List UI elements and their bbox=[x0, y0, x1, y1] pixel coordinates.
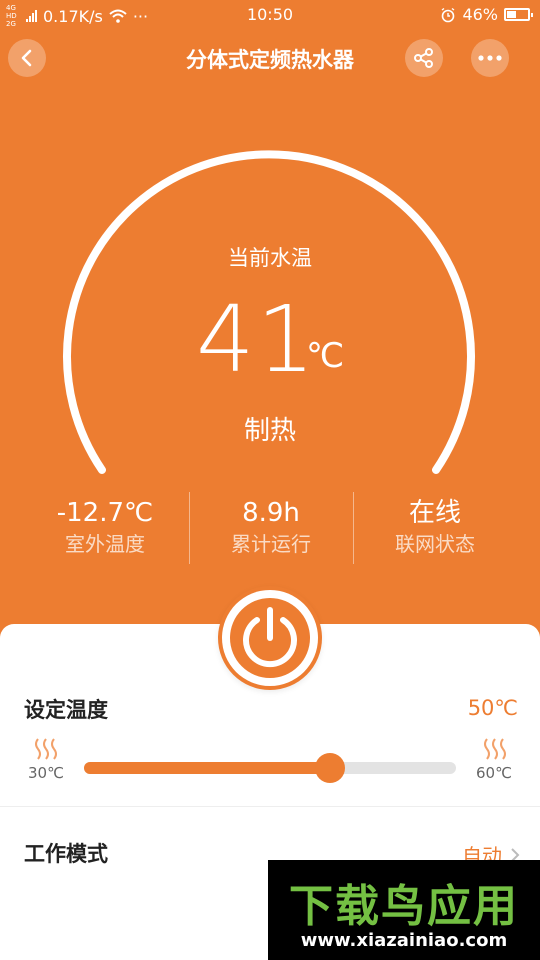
stat-value: -12.7℃ bbox=[56, 498, 154, 528]
stat-network-status: 在线 联网状态 bbox=[350, 496, 520, 558]
stat-runtime: 8.9h 累计运行 bbox=[186, 496, 356, 558]
stat-value: 在线 bbox=[408, 498, 461, 528]
set-temp-value: 50℃ bbox=[467, 696, 518, 720]
stat-label: 联网状态 bbox=[395, 532, 475, 556]
watermark-text: 下载鸟应用 bbox=[289, 881, 519, 932]
current-temp-value: 41 bbox=[196, 286, 318, 393]
slider-thumb[interactable] bbox=[314, 753, 345, 783]
heat-low-icon bbox=[35, 738, 57, 760]
section-divider bbox=[0, 806, 540, 807]
watermark-logo: 下载鸟应用 www.xiazainiao.com bbox=[268, 860, 540, 960]
stat-label: 累计运行 bbox=[231, 532, 311, 556]
power-icon bbox=[222, 590, 318, 686]
stat-outdoor-temp: -12.7℃ 室外温度 bbox=[20, 496, 190, 558]
stat-label: 室外温度 bbox=[65, 532, 145, 556]
current-temp-caption: 当前水温 bbox=[228, 246, 312, 270]
max-temp-label: 60℃ bbox=[476, 764, 512, 782]
stat-value: 8.9h bbox=[242, 498, 300, 528]
heat-high-icon bbox=[484, 738, 506, 760]
heating-mode-text: 制热 bbox=[243, 416, 296, 446]
slider-fill bbox=[84, 762, 330, 774]
current-temp-unit: ℃ bbox=[306, 336, 345, 376]
min-temp-label: 30℃ bbox=[28, 764, 64, 782]
watermark-url: www.xiazainiao.com bbox=[300, 930, 508, 951]
set-temp-label: 设定温度 bbox=[24, 698, 108, 722]
work-mode-label: 工作模式 bbox=[24, 842, 108, 866]
power-button[interactable] bbox=[218, 586, 322, 690]
temperature-slider[interactable] bbox=[84, 753, 456, 783]
